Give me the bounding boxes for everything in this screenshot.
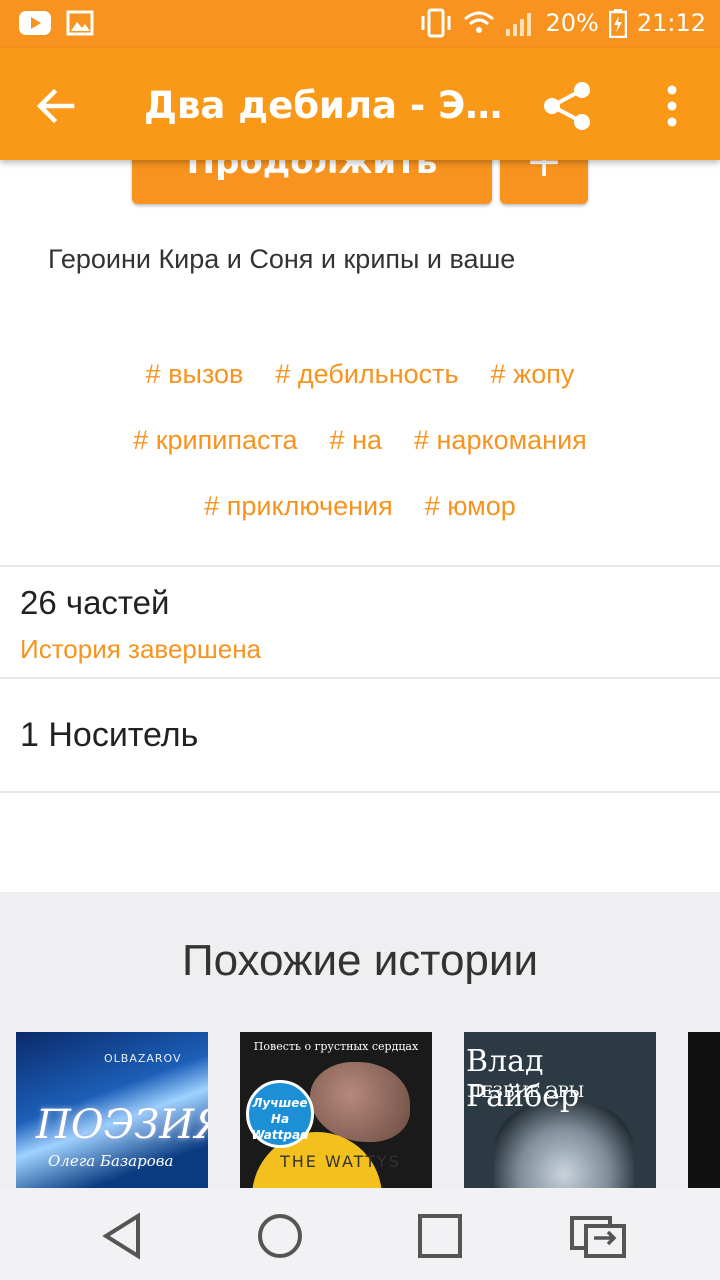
nav-recents-button[interactable] bbox=[412, 1208, 468, 1264]
share-icon bbox=[544, 82, 590, 130]
rose-image bbox=[310, 1062, 410, 1142]
tag-row: # крипипаста # на # наркомания bbox=[0, 416, 720, 482]
similar-stories-section: Похожие истории OLBAZAROV ПОЭЗИЯ Олега Б… bbox=[0, 892, 720, 1192]
vibrate-icon bbox=[419, 8, 453, 38]
triangle-back-icon bbox=[102, 1212, 140, 1260]
tag[interactable]: # жопу bbox=[491, 350, 575, 416]
similar-stories-title: Похожие истории bbox=[181, 936, 539, 985]
nav-home-button[interactable] bbox=[252, 1208, 308, 1264]
story-status: История завершена bbox=[20, 634, 262, 664]
tag[interactable]: # крипипаста bbox=[133, 416, 297, 482]
divider bbox=[0, 565, 720, 567]
cover-subtitle: ЛЕЗВИЕ ЭРЫ bbox=[468, 1082, 585, 1101]
nav-back-button[interactable] bbox=[96, 1208, 152, 1264]
story-cover[interactable]: OLBAZAROV ПОЭЗИЯ Олега Базарова bbox=[16, 1032, 208, 1192]
cover-badge: Лучшее На Wattpad bbox=[246, 1080, 314, 1148]
cover-brand: THE WATTYS bbox=[280, 1152, 401, 1171]
cover-face-image bbox=[494, 1102, 634, 1192]
app-bar: Два дебила - Это... bbox=[0, 48, 720, 160]
parts-count[interactable]: 26 частей bbox=[20, 584, 169, 622]
battery-percent: 20% bbox=[545, 9, 599, 37]
switch-windows-icon bbox=[570, 1216, 626, 1258]
cover-author: OLBAZAROV bbox=[104, 1052, 182, 1065]
nav-switch-button[interactable] bbox=[568, 1208, 626, 1264]
tag[interactable]: # на bbox=[330, 416, 382, 482]
back-arrow-icon bbox=[36, 88, 75, 124]
circle-home-icon bbox=[258, 1214, 302, 1258]
cover-title: ПОЭЗИЯ bbox=[36, 1102, 208, 1148]
cover-tagline: Повесть о грустных сердцах bbox=[253, 1040, 419, 1053]
tag-list: # вызов # дебильность # жопу # крипипаст… bbox=[0, 350, 720, 548]
clock: 21:12 bbox=[636, 9, 706, 37]
divider bbox=[0, 791, 720, 793]
tag[interactable]: # приключения bbox=[204, 482, 392, 548]
battery-charging-icon bbox=[608, 8, 627, 38]
gallery-icon bbox=[66, 10, 94, 36]
signal-icon bbox=[505, 9, 535, 37]
carrier-count[interactable]: 1 Носитель bbox=[20, 716, 198, 755]
more-options-button[interactable] bbox=[650, 82, 694, 130]
back-button[interactable] bbox=[32, 82, 80, 130]
tag[interactable]: # вызов bbox=[146, 350, 244, 416]
more-vertical-icon bbox=[667, 85, 677, 127]
tag[interactable]: # юмор bbox=[425, 482, 516, 548]
cover-subtitle: Олега Базарова bbox=[48, 1152, 174, 1170]
status-bar: 20% 21:12 bbox=[0, 0, 720, 48]
story-cover[interactable] bbox=[688, 1032, 720, 1192]
wifi-icon bbox=[463, 10, 495, 36]
tag-row: # вызов # дебильность # жопу bbox=[0, 350, 720, 416]
tag-row: # приключения # юмор bbox=[0, 482, 720, 548]
system-nav-bar bbox=[0, 1188, 720, 1280]
share-button[interactable] bbox=[540, 78, 596, 134]
story-description: Героини Кира и Соня и крипы и ваше bbox=[48, 244, 516, 274]
story-title: Два дебила - Это... bbox=[144, 84, 504, 127]
story-cover[interactable]: Повесть о грустных сердцах THE WATTYS Лу… bbox=[240, 1032, 432, 1192]
story-cover[interactable]: Влад Райбер ЛЕЗВИЕ ЭРЫ bbox=[464, 1032, 656, 1192]
divider bbox=[0, 677, 720, 679]
tag[interactable]: # наркомания bbox=[414, 416, 587, 482]
youtube-icon bbox=[18, 10, 52, 36]
square-recents-icon bbox=[418, 1214, 462, 1258]
cover-title: Влад Райбер bbox=[466, 1044, 580, 1114]
tag[interactable]: # дебильность bbox=[275, 350, 458, 416]
